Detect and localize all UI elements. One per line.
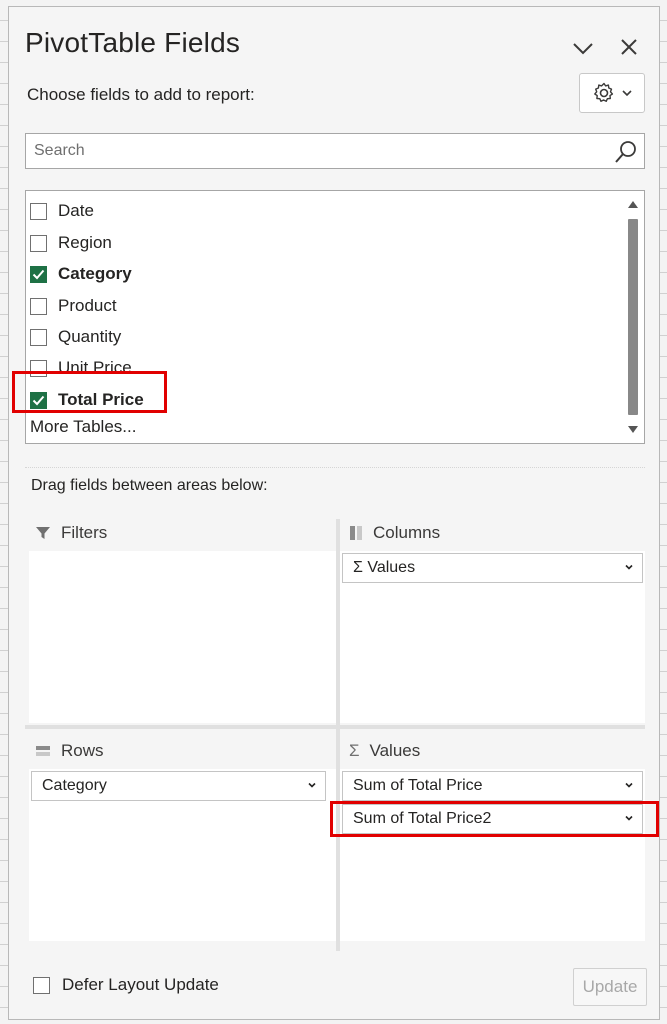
field-label: Quantity <box>58 327 122 346</box>
sigma-icon: Σ <box>349 741 360 760</box>
filters-area-header: Filters <box>35 523 107 543</box>
columns-area-header: Columns <box>349 523 440 543</box>
checkmark-icon <box>32 269 45 279</box>
chevron-down-icon[interactable] <box>624 780 634 790</box>
values-item-label: Sum of Total Price2 <box>353 810 492 827</box>
search-icon[interactable] <box>614 140 638 164</box>
rows-drop-area[interactable]: Category <box>29 769 336 941</box>
chevron-down-icon[interactable] <box>307 780 317 790</box>
chevron-down-icon[interactable] <box>624 562 634 572</box>
more-tables-link[interactable]: More Tables... <box>30 417 136 437</box>
field-label: Region <box>58 233 112 252</box>
close-icon[interactable] <box>615 33 643 61</box>
collapse-pane-chevron-icon[interactable] <box>569 35 597 63</box>
values-item-sum-total-price[interactable]: Sum of Total Price <box>342 771 643 801</box>
rows-area-header: Rows <box>35 741 104 761</box>
field-list: Date Region Category Product Quantity Un… <box>25 190 645 444</box>
field-item-quantity[interactable]: Quantity <box>30 323 121 351</box>
field-checkbox-checked[interactable] <box>30 391 47 409</box>
rows-item-label: Category <box>42 777 107 794</box>
search-input[interactable] <box>34 134 604 168</box>
field-checkbox[interactable] <box>30 297 47 315</box>
columns-area-label: Columns <box>373 523 441 542</box>
field-label: Product <box>58 296 117 315</box>
field-label: Date <box>58 201 94 220</box>
gear-icon <box>594 82 614 102</box>
search-box <box>25 133 645 169</box>
columns-drop-area[interactable]: Σ Values <box>340 551 645 723</box>
pane-title: PivotTable Fields <box>25 27 241 58</box>
update-button[interactable]: Update <box>573 968 647 1006</box>
field-item-region[interactable]: Region <box>30 229 112 257</box>
rows-category-item[interactable]: Category <box>31 771 326 801</box>
values-drop-area[interactable]: Sum of Total Price Sum of Total Price2 <box>340 769 645 941</box>
section-divider <box>25 467 645 468</box>
defer-layout-checkbox[interactable] <box>33 976 50 994</box>
field-checkbox[interactable] <box>30 359 47 377</box>
defer-layout-update[interactable]: Defer Layout Update <box>33 975 219 995</box>
field-item-product[interactable]: Product <box>30 292 117 320</box>
filters-area-label: Filters <box>61 523 108 542</box>
field-item-date[interactable]: Date <box>30 197 94 225</box>
field-list-settings-button[interactable] <box>579 73 645 113</box>
chevron-down-icon <box>622 90 632 96</box>
values-area-header: Σ Values <box>349 741 420 761</box>
checkmark-icon <box>32 395 45 405</box>
filters-drop-area[interactable] <box>29 551 336 723</box>
choose-fields-label: Choose fields to add to report: <box>27 85 255 104</box>
field-checkbox[interactable] <box>30 328 47 346</box>
columns-icon <box>350 526 362 540</box>
field-label: Category <box>58 264 132 283</box>
field-list-scrollbar[interactable] <box>626 195 640 439</box>
defer-layout-label: Defer Layout Update <box>62 975 219 994</box>
values-item-label: Sum of Total Price <box>353 777 483 794</box>
scrollbar-thumb[interactable] <box>628 219 638 415</box>
values-area-label: Values <box>369 741 421 760</box>
filter-icon <box>36 527 50 539</box>
field-label: Total Price <box>58 390 144 409</box>
field-checkbox-checked[interactable] <box>30 265 47 283</box>
area-horizontal-separator <box>25 725 645 729</box>
values-item-sum-total-price2[interactable]: Sum of Total Price2 <box>342 804 643 834</box>
field-item-total-price[interactable]: Total Price <box>30 386 144 414</box>
scroll-down-arrow-icon[interactable] <box>627 423 639 435</box>
scroll-up-arrow-icon[interactable] <box>627 199 639 211</box>
field-item-unit-price[interactable]: Unit Price <box>30 354 132 382</box>
columns-values-item[interactable]: Σ Values <box>342 553 643 583</box>
field-label: Unit Price <box>58 358 132 377</box>
drag-fields-label: Drag fields between areas below: <box>31 477 268 494</box>
rows-icon <box>36 746 50 756</box>
field-checkbox[interactable] <box>30 202 47 220</box>
columns-item-label: Σ Values <box>353 559 416 576</box>
field-checkbox[interactable] <box>30 234 47 252</box>
rows-area-label: Rows <box>61 741 104 760</box>
pivottable-fields-pane: PivotTable Fields Choose fields to add t… <box>8 6 660 1020</box>
chevron-down-icon[interactable] <box>624 813 634 823</box>
field-item-category[interactable]: Category <box>30 260 132 288</box>
